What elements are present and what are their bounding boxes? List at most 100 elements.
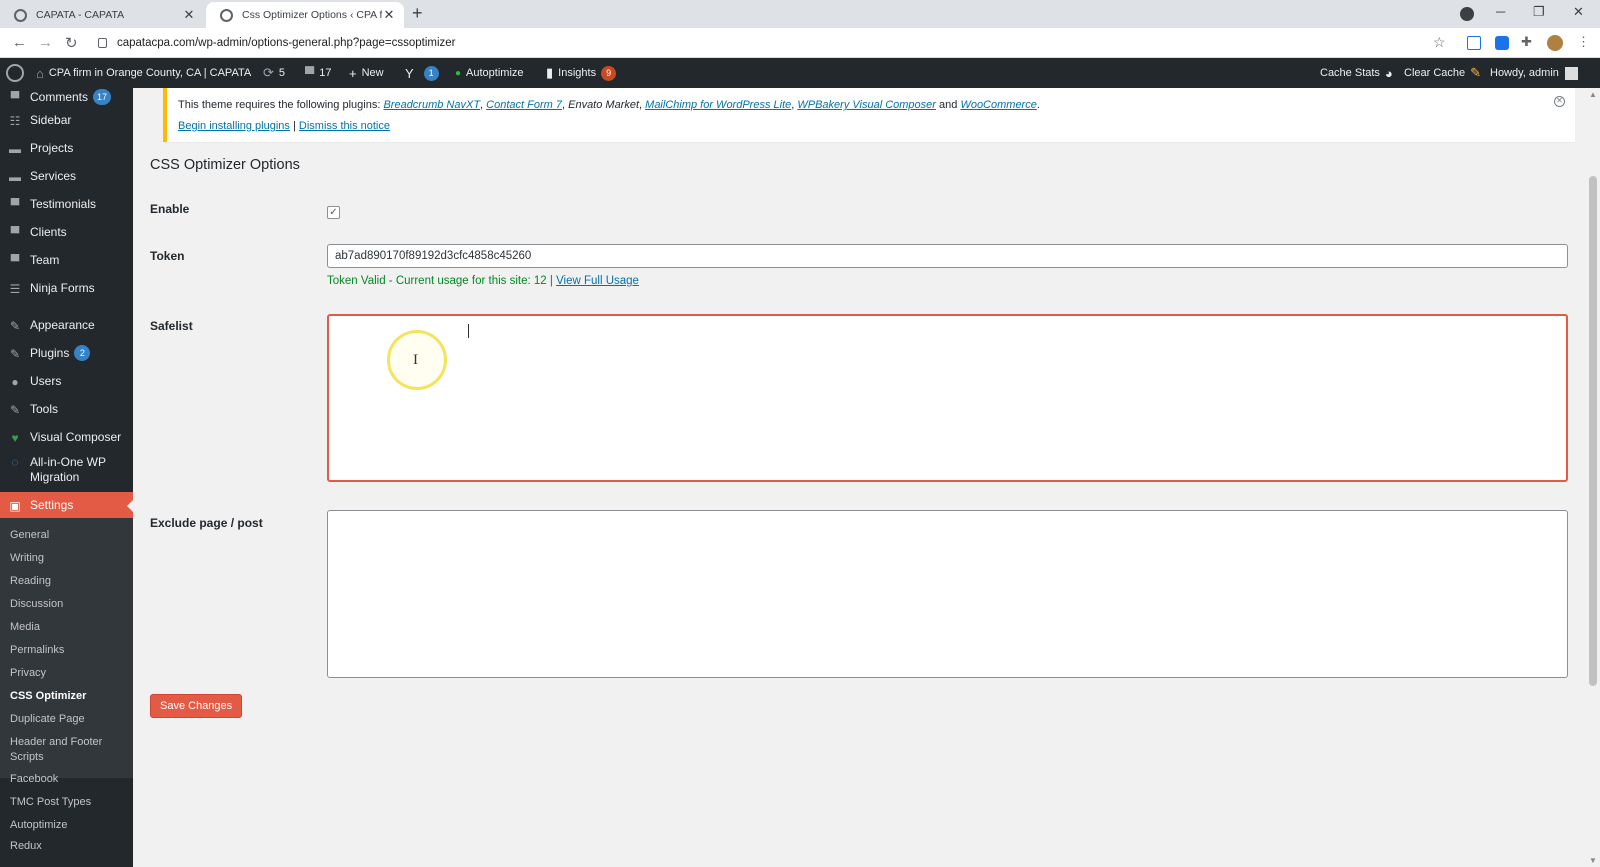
begin-installing-link[interactable]: Begin installing plugins bbox=[178, 120, 290, 132]
sidebar-item-all-in-one-wp-migration[interactable]: ◌ All-in-One WP Migration bbox=[0, 455, 133, 487]
submenu-item-autoptimize[interactable]: Autoptimize bbox=[10, 818, 125, 833]
updates-link[interactable]: ⟳ 5 bbox=[263, 58, 285, 88]
sidebar-item-appearance[interactable]: ✎ Appearance bbox=[0, 316, 133, 334]
yoast-seo-link[interactable]: Y 1 bbox=[405, 58, 439, 88]
site-name-text: CPA firm in Orange County, CA | CAPATA bbox=[48, 67, 252, 79]
back-icon[interactable]: ← bbox=[12, 34, 27, 51]
submenu-item-permalinks[interactable]: Permalinks bbox=[10, 643, 125, 658]
sidebar-item-projects[interactable]: ▬ Projects bbox=[0, 139, 133, 157]
site-name-link[interactable]: ⌂ CPA firm in Orange County, CA | CAPATA bbox=[36, 58, 251, 88]
notice-plugin-link[interactable]: WooCommerce bbox=[960, 99, 1036, 111]
submenu-item-facebook[interactable]: Facebook bbox=[10, 772, 125, 787]
sidebar-item-ninja-forms[interactable]: ☰ Ninja Forms bbox=[0, 279, 133, 297]
enable-checkbox[interactable]: ✓ bbox=[327, 206, 340, 219]
exclude-label: Exclude page / post bbox=[150, 516, 263, 530]
submenu-item-reading[interactable]: Reading bbox=[10, 574, 125, 589]
browser-tab-active[interactable]: Css Optimizer Options ‹ CPA firm ✕ bbox=[206, 2, 404, 28]
insights-link[interactable]: ▮ Insights 9 bbox=[546, 58, 617, 88]
sidebar-item-services[interactable]: ▬ Services bbox=[0, 167, 133, 185]
browser-menu-dot-icon[interactable] bbox=[1460, 7, 1474, 21]
reload-icon[interactable]: ↻ bbox=[65, 34, 78, 52]
sidebar-item-label: Plugins bbox=[30, 346, 70, 360]
sidebar-item-testimonials[interactable]: ▀ Testimonials bbox=[0, 195, 133, 213]
notice-plugin-link[interactable]: Contact Form 7 bbox=[486, 99, 562, 111]
submenu-item-writing[interactable]: Writing bbox=[10, 551, 125, 566]
wp-logo-menu[interactable] bbox=[6, 58, 24, 88]
clear-cache-link[interactable]: Clear Cache ✎ bbox=[1404, 58, 1486, 88]
safelist-textarea[interactable] bbox=[327, 314, 1568, 482]
submenu-item-media[interactable]: Media bbox=[10, 620, 125, 635]
scroll-up-icon[interactable]: ▲ bbox=[1589, 90, 1597, 99]
cast-extension-icon[interactable] bbox=[1467, 36, 1481, 50]
submenu-item-tmc-post-types[interactable]: TMC Post Types bbox=[10, 795, 125, 810]
page-title: CSS Optimizer Options bbox=[150, 157, 300, 173]
notice-plugin-link[interactable]: Breadcrumb NavXT bbox=[383, 99, 480, 111]
notice-plugin-link[interactable]: MailChimp for WordPress Lite bbox=[645, 99, 791, 111]
restore-icon[interactable]: ❐ bbox=[1533, 4, 1545, 20]
dismiss-notice-link[interactable]: Dismiss this notice bbox=[299, 120, 390, 132]
insights-label: Insights bbox=[558, 67, 597, 79]
tab-close-icon[interactable]: ✕ bbox=[382, 7, 396, 23]
scroll-down-icon[interactable]: ▼ bbox=[1589, 856, 1597, 865]
sidebar-item-plugins[interactable]: ✎ Plugins 2 bbox=[0, 344, 133, 362]
submenu-item-header-footer-scripts[interactable]: Header and Footer Scripts bbox=[10, 735, 125, 765]
cache-stats-link[interactable]: Cache Stats ◕ bbox=[1320, 58, 1398, 88]
address-bar[interactable]: capatacpa.com/wp-admin/options-general.p… bbox=[98, 32, 1438, 54]
page-scrollbar[interactable]: ▲ ▼ bbox=[1586, 88, 1600, 867]
sidebar-item-label: Comments bbox=[30, 90, 89, 104]
exclude-textarea[interactable] bbox=[327, 510, 1568, 678]
autoptimize-link[interactable]: ● Autoptimize bbox=[455, 58, 524, 88]
my-account-link[interactable]: Howdy, admin bbox=[1490, 58, 1578, 88]
tab-close-icon[interactable]: ✕ bbox=[182, 7, 196, 23]
submenu-item-css-optimizer[interactable]: CSS Optimizer bbox=[10, 689, 125, 704]
sidebar-item-settings[interactable]: ▣ Settings bbox=[0, 492, 133, 518]
profile-avatar[interactable] bbox=[1547, 35, 1563, 51]
yoast-badge: 1 bbox=[423, 65, 439, 81]
sidebar-icon: ☷ bbox=[9, 114, 21, 128]
browser-tab[interactable]: CAPATA - CAPATA ✕ bbox=[0, 2, 204, 28]
sidebar-item-team[interactable]: ▀ Team bbox=[0, 251, 133, 269]
sidebar-item-tools[interactable]: ✎ Tools bbox=[0, 400, 133, 418]
text-cursor-icon: I bbox=[413, 352, 418, 368]
scrollbar-thumb[interactable] bbox=[1589, 176, 1597, 686]
browser-menu-icon[interactable]: ⋮ bbox=[1577, 34, 1590, 50]
sidebar-item-users[interactable]: ● Users bbox=[0, 372, 133, 390]
new-tab-icon[interactable]: + bbox=[412, 3, 423, 24]
dismiss-icon[interactable]: ✕ bbox=[1554, 96, 1565, 107]
broom-icon: ✎ bbox=[1470, 65, 1482, 80]
cache-stats-label: Cache Stats bbox=[1320, 67, 1380, 79]
sidebar-item-visual-composer[interactable]: ♥ Visual Composer bbox=[0, 428, 133, 446]
window-close-icon[interactable]: ✕ bbox=[1573, 4, 1584, 20]
brush-icon: ✎ bbox=[9, 319, 21, 333]
sidebar-item-sidebar[interactable]: ☷ Sidebar bbox=[0, 111, 133, 129]
sidebar-item-clients[interactable]: ▀ Clients bbox=[0, 223, 133, 241]
submenu-item-duplicate-page[interactable]: Duplicate Page bbox=[10, 712, 125, 727]
wordpress-logo-icon bbox=[6, 64, 24, 82]
extensions-puzzle-icon[interactable]: ✚ bbox=[1521, 34, 1532, 50]
notice-plugin-link[interactable]: WPBakery Visual Composer bbox=[797, 99, 936, 111]
sidebar-item-label: Ninja Forms bbox=[30, 281, 95, 295]
forms-icon: ☰ bbox=[9, 282, 21, 296]
wrench-icon: ✎ bbox=[9, 403, 21, 417]
sidebar-item-label: Clients bbox=[30, 225, 67, 239]
submenu-item-redux[interactable]: Redux bbox=[10, 839, 125, 854]
new-content-link[interactable]: + New bbox=[349, 58, 384, 88]
notice-separator: | bbox=[292, 120, 296, 132]
submenu-item-discussion[interactable]: Discussion bbox=[10, 597, 125, 612]
comments-link[interactable]: ▀ 17 bbox=[305, 58, 331, 88]
view-full-usage-link[interactable]: View Full Usage bbox=[556, 275, 639, 287]
submenu-item-general[interactable]: General bbox=[10, 528, 125, 543]
save-changes-button[interactable]: Save Changes bbox=[150, 694, 243, 718]
extension-icon[interactable] bbox=[1495, 36, 1509, 50]
forward-icon[interactable]: → bbox=[38, 34, 53, 51]
minimize-icon[interactable]: ─ bbox=[1496, 4, 1505, 19]
token-input[interactable] bbox=[327, 244, 1568, 268]
submenu-item-privacy[interactable]: Privacy bbox=[10, 666, 125, 681]
sidebar-item-comments[interactable]: ▀ Comments 17 bbox=[0, 88, 133, 106]
status-dot-icon: ● bbox=[455, 67, 462, 79]
plus-icon: + bbox=[349, 65, 357, 81]
main-content: This theme requires the following plugin… bbox=[133, 88, 1600, 867]
bookmark-star-icon[interactable]: ☆ bbox=[1433, 34, 1446, 51]
home-icon: ⌂ bbox=[36, 65, 44, 81]
comments-count: 17 bbox=[319, 67, 332, 79]
